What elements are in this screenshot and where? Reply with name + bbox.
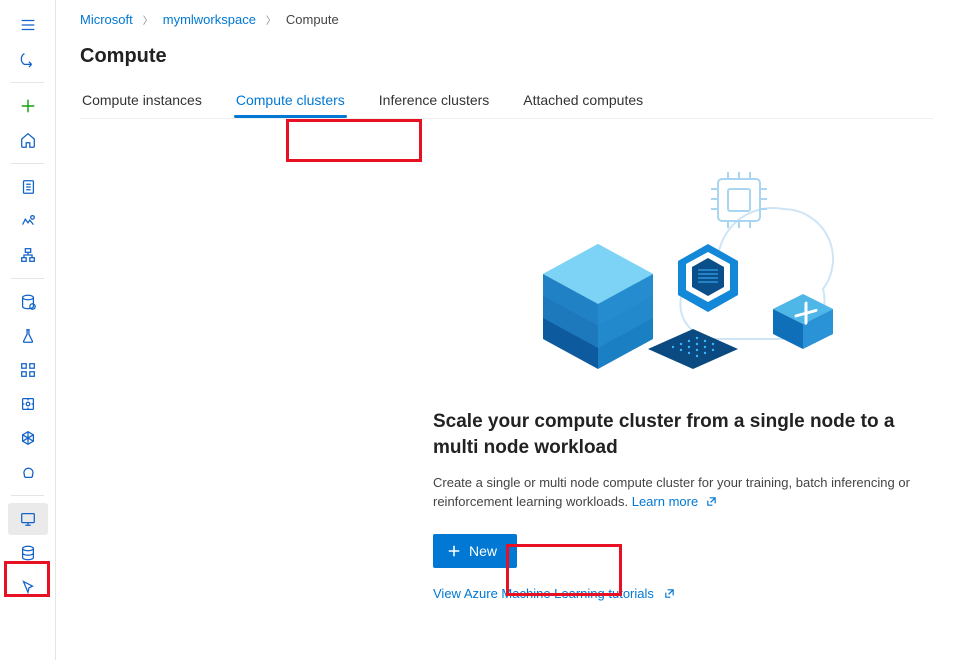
- back-icon[interactable]: [8, 43, 48, 75]
- experiments-icon[interactable]: [8, 320, 48, 352]
- tab-inference-clusters[interactable]: Inference clusters: [377, 86, 492, 118]
- divider: [11, 278, 44, 279]
- divider: [11, 163, 44, 164]
- breadcrumb-current: Compute: [286, 12, 339, 27]
- external-link-icon: [706, 496, 717, 507]
- breadcrumb-workspace[interactable]: mymlworkspace: [163, 12, 256, 27]
- tab-compute-clusters[interactable]: Compute clusters: [234, 86, 347, 118]
- hero-description: Create a single or multi node compute cl…: [433, 474, 933, 512]
- page-title: Compute: [80, 45, 933, 68]
- divider: [11, 82, 44, 83]
- tutorials-link[interactable]: View Azure Machine Learning tutorials: [433, 586, 933, 601]
- designer-icon[interactable]: [8, 239, 48, 271]
- divider: [11, 495, 44, 496]
- add-icon[interactable]: [8, 90, 48, 122]
- breadcrumb: Microsoft 〉 mymlworkspace 〉 Compute: [80, 12, 933, 27]
- tabs: Compute instances Compute clusters Infer…: [80, 86, 933, 119]
- datastores-icon[interactable]: [8, 537, 48, 569]
- tab-attached-computes[interactable]: Attached computes: [521, 86, 645, 118]
- notebooks-icon[interactable]: [8, 171, 48, 203]
- data-labeling-icon[interactable]: [8, 571, 48, 603]
- cloud-illustration: [453, 149, 873, 409]
- environments-icon[interactable]: [8, 456, 48, 488]
- chevron-icon: 〉: [266, 12, 276, 27]
- automl-icon[interactable]: [8, 205, 48, 237]
- tab-compute-instances[interactable]: Compute instances: [80, 86, 204, 118]
- home-icon[interactable]: [8, 124, 48, 156]
- main-content: Microsoft 〉 mymlworkspace 〉 Compute Comp…: [56, 0, 957, 660]
- chevron-icon: 〉: [143, 12, 153, 27]
- learn-more-link[interactable]: Learn more: [632, 494, 717, 509]
- endpoints-icon[interactable]: [8, 422, 48, 454]
- sidebar: [0, 0, 56, 660]
- breadcrumb-root[interactable]: Microsoft: [80, 12, 133, 27]
- empty-state: Scale your compute cluster from a single…: [433, 149, 933, 636]
- menu-icon[interactable]: [8, 9, 48, 41]
- external-link-icon: [664, 588, 675, 599]
- hero-title: Scale your compute cluster from a single…: [433, 409, 933, 460]
- models-icon[interactable]: [8, 388, 48, 420]
- new-button[interactable]: New: [433, 534, 517, 568]
- plus-icon: [447, 544, 461, 558]
- datasets-icon[interactable]: [8, 286, 48, 318]
- compute-icon[interactable]: [8, 503, 48, 535]
- pipelines-icon[interactable]: [8, 354, 48, 386]
